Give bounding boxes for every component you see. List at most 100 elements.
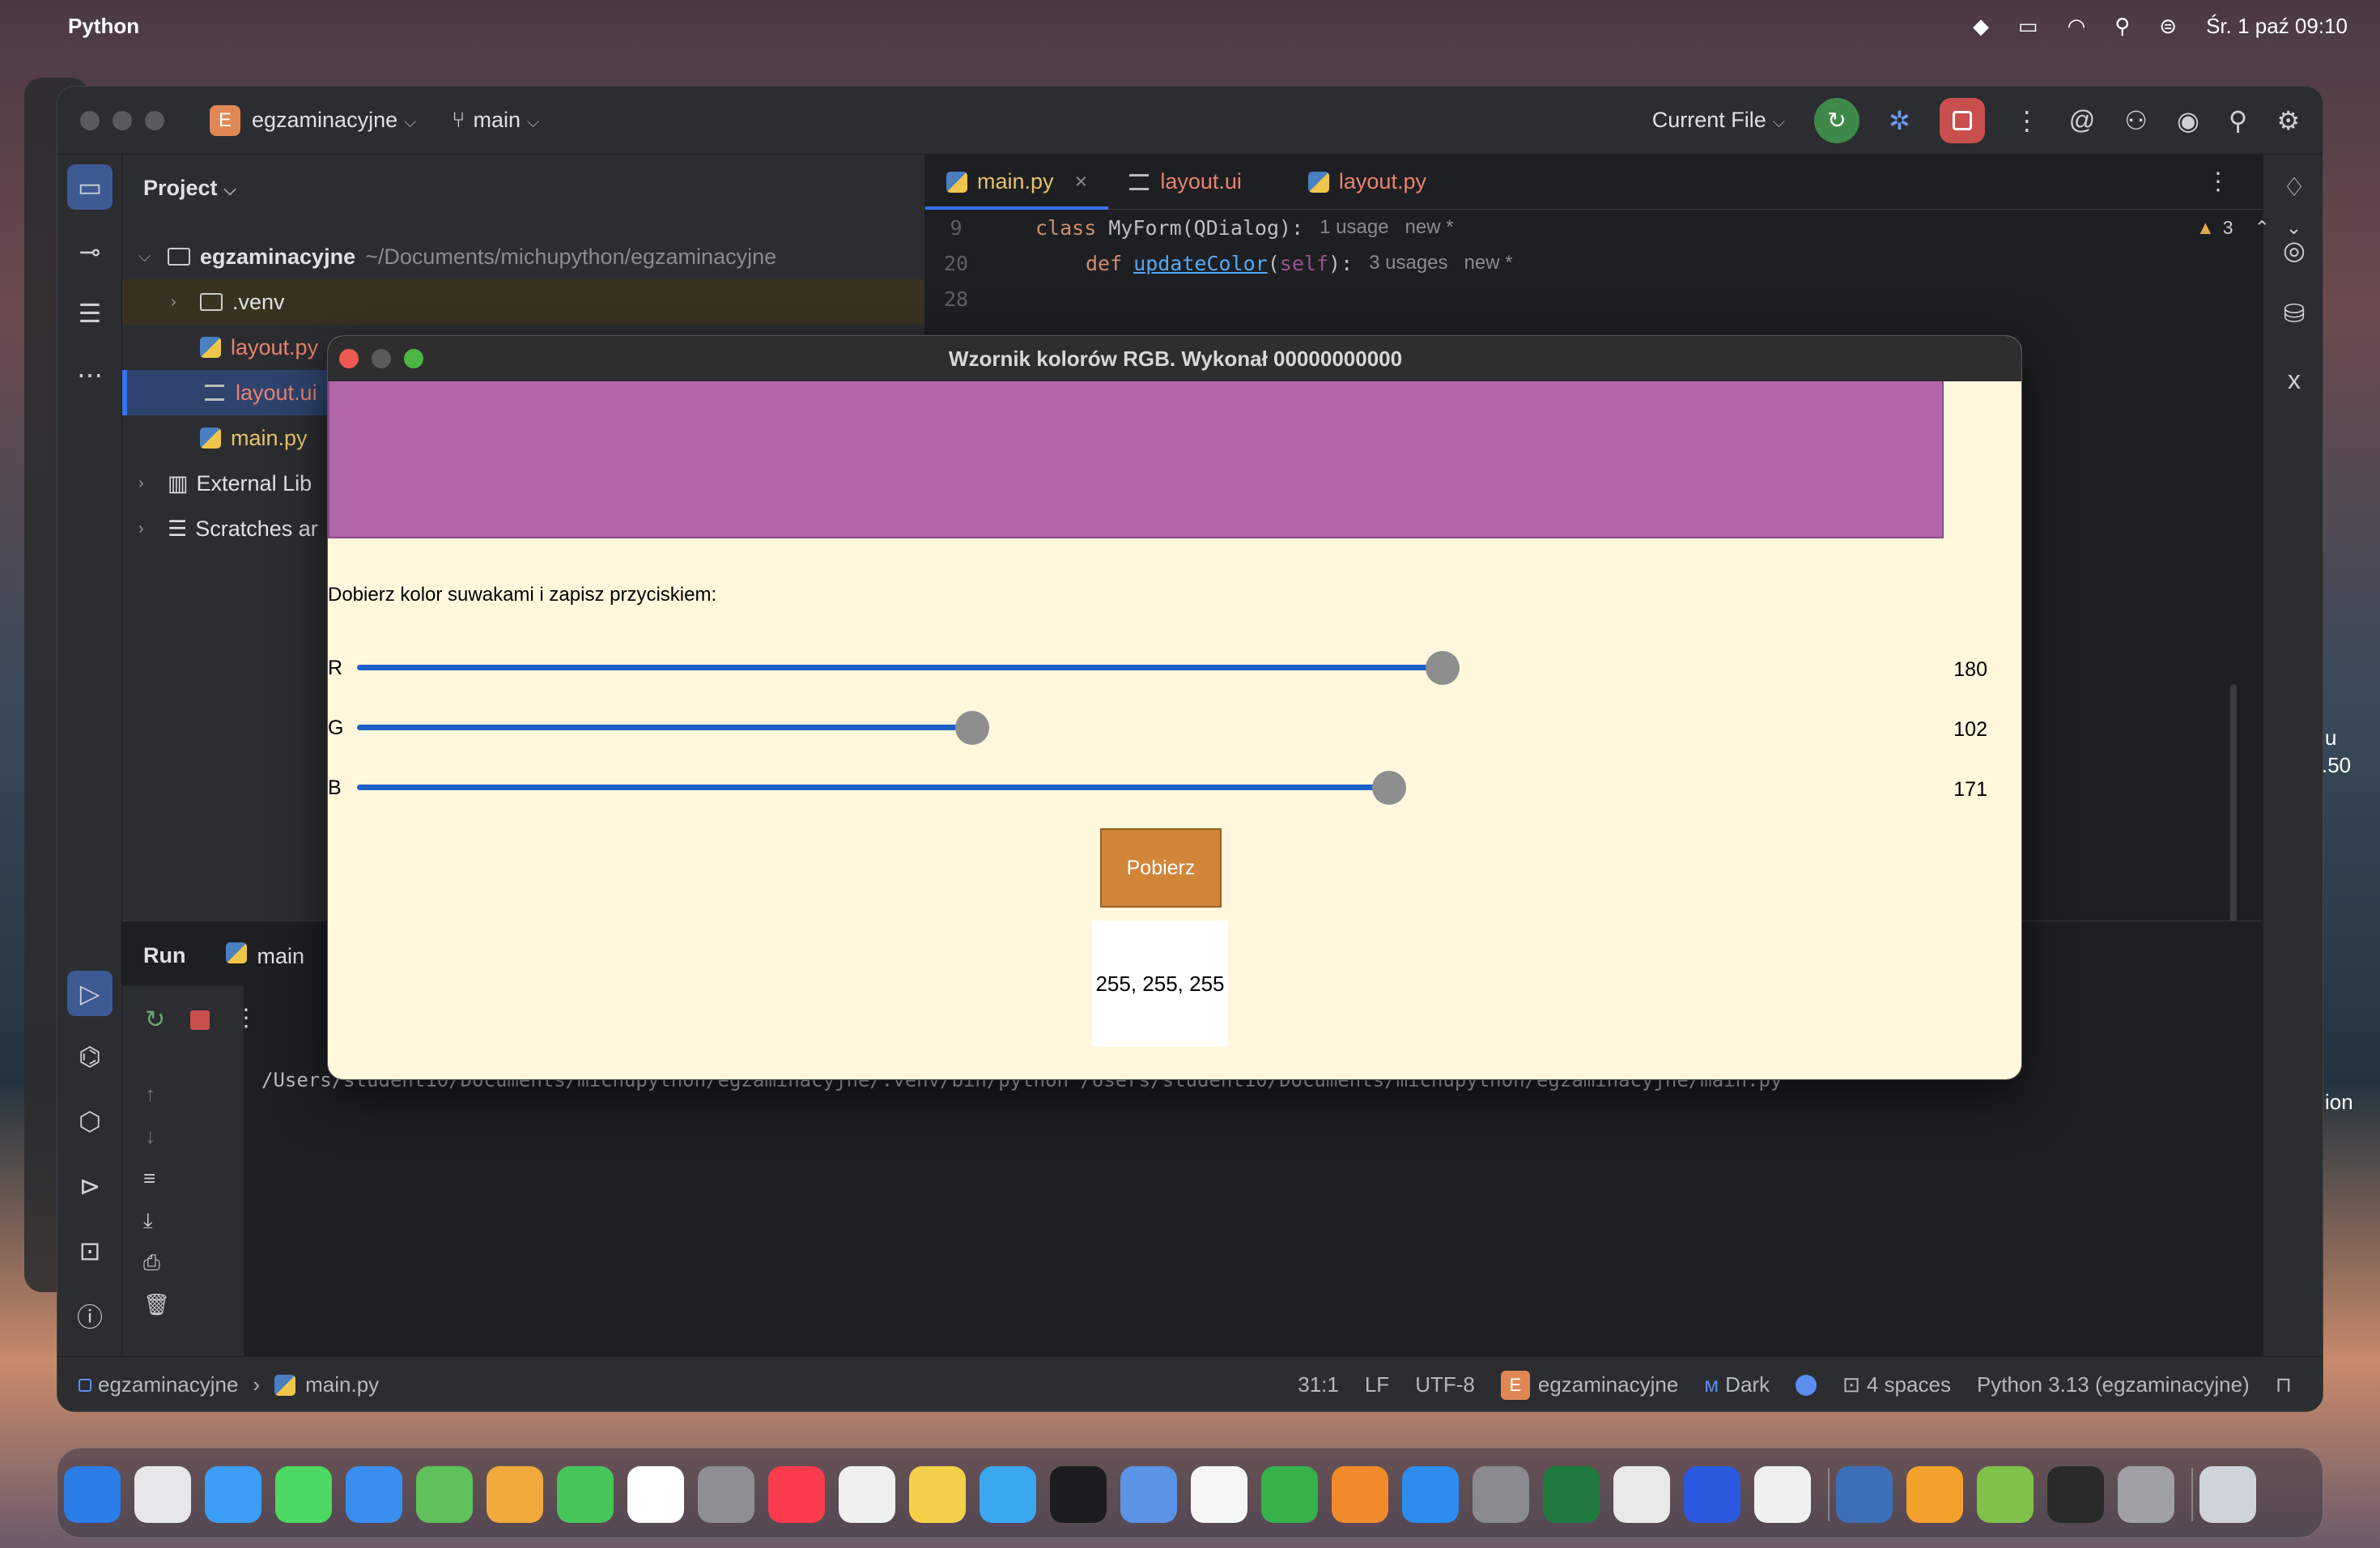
- commit-tool-icon[interactable]: ⊸: [67, 229, 113, 274]
- code-with-me-icon[interactable]: ◉: [2177, 105, 2199, 136]
- dock-app-pycharm-icon[interactable]: [2047, 1466, 2104, 1523]
- red-slider-handle[interactable]: [1426, 651, 1460, 685]
- dock-app-messages-icon[interactable]: [275, 1466, 332, 1523]
- scroll-up-icon[interactable]: ↑: [145, 1082, 155, 1107]
- stop-icon[interactable]: [190, 1010, 210, 1030]
- project-switcher[interactable]: egzaminacyjne ⌵: [252, 108, 416, 133]
- dock-app-trash-icon[interactable]: [2199, 1466, 2256, 1523]
- tree-item-main-py[interactable]: main.py: [200, 415, 308, 461]
- print-icon[interactable]: ⎙: [143, 1250, 160, 1276]
- trash-icon[interactable]: 🗑: [143, 1292, 170, 1317]
- branch-switcher[interactable]: ⑂ main ⌵: [452, 108, 539, 133]
- wifi-icon[interactable]: ◠: [2068, 14, 2086, 39]
- dock-app-photos-icon[interactable]: [487, 1466, 543, 1523]
- dock-app-maps-icon[interactable]: [416, 1466, 473, 1523]
- dock-app-chrome-icon[interactable]: [1613, 1466, 1670, 1523]
- search-icon[interactable]: ⚲: [2229, 105, 2247, 136]
- line-separator[interactable]: LF: [1365, 1372, 1389, 1397]
- read-only-toggle-icon[interactable]: ⊓: [2276, 1372, 2292, 1397]
- problems-icon[interactable]: ⓘ: [67, 1293, 113, 1338]
- scroll-down-icon[interactable]: ↓: [145, 1124, 155, 1149]
- dock-app-pages-icon[interactable]: [1332, 1466, 1388, 1523]
- dock-app-freeform-icon[interactable]: [980, 1466, 1036, 1523]
- chevron-up-icon[interactable]: ⌃: [2255, 217, 2270, 239]
- add-user-icon[interactable]: ⚇: [2124, 105, 2148, 136]
- blue-slider-handle[interactable]: [1372, 771, 1406, 805]
- tree-root[interactable]: ⌵ egzaminacyjne ~/Documents/michupython/…: [138, 234, 776, 279]
- stop-button[interactable]: [1939, 97, 1985, 143]
- blue-slider-track[interactable]: [357, 785, 1389, 790]
- file-encoding[interactable]: UTF-8: [1415, 1372, 1475, 1397]
- inspection-widget[interactable]: ▲ 3 ⌃ ⌄: [2196, 210, 2301, 245]
- dialog-minimize-button[interactable]: [372, 349, 391, 368]
- dock-app-facetime-icon[interactable]: [557, 1466, 614, 1523]
- active-app-name[interactable]: Python: [68, 14, 139, 39]
- services-icon[interactable]: ⊳: [67, 1163, 113, 1209]
- menubar-clock[interactable]: Śr. 1 paź 09:10: [2206, 14, 2348, 39]
- dialog-zoom-button[interactable]: [404, 349, 423, 368]
- chevron-down-icon[interactable]: ⌄: [2286, 217, 2301, 239]
- tab-options-icon[interactable]: ⋮: [2206, 168, 2230, 196]
- tab-main-py[interactable]: main.py ×: [925, 155, 1109, 210]
- dock-app-system-settings-icon[interactable]: [1473, 1466, 1529, 1523]
- dock-app-numbers-icon[interactable]: [1261, 1466, 1318, 1523]
- more-actions-icon[interactable]: ⋮: [2014, 105, 2040, 136]
- usage-hint[interactable]: 3 usages: [1369, 252, 1447, 274]
- more-tools-icon[interactable]: ⋯: [67, 352, 113, 398]
- dock-app-tv-icon[interactable]: [1050, 1466, 1107, 1523]
- editor-scrollbar[interactable]: [2230, 684, 2237, 927]
- run-config-tab[interactable]: main: [226, 942, 304, 969]
- python-console-icon[interactable]: ⌬: [67, 1034, 113, 1079]
- project-panel-header[interactable]: Project ⌵: [143, 176, 236, 201]
- python-packages-icon[interactable]: ⬡: [67, 1099, 113, 1144]
- green-slider-handle[interactable]: [955, 711, 989, 745]
- spotlight-search-icon[interactable]: ⚲: [2114, 14, 2130, 39]
- status-dot-icon[interactable]: [1796, 1374, 1817, 1396]
- rerun-icon[interactable]: ↻: [145, 1006, 165, 1034]
- close-tab-icon[interactable]: ×: [1075, 169, 1088, 194]
- rerun-icon[interactable]: ↻: [1813, 97, 1859, 143]
- dock-app-calendar-icon[interactable]: [627, 1466, 684, 1523]
- control-center-icon[interactable]: ⊜: [2159, 14, 2177, 39]
- usage-hint[interactable]: 1 usage: [1320, 216, 1388, 239]
- dock-app-notes-icon[interactable]: [909, 1466, 966, 1523]
- window-close-button[interactable]: [80, 110, 100, 130]
- debug-icon[interactable]: ✲: [1889, 105, 1910, 136]
- dock-app-launchpad-icon[interactable]: [134, 1466, 191, 1523]
- tree-item-external-libraries[interactable]: › ▥ External Lib: [138, 461, 312, 506]
- tree-item-layout-py[interactable]: layout.py: [200, 325, 318, 370]
- caret-position[interactable]: 31:1: [1298, 1372, 1339, 1397]
- dock-app-xcode-sim-icon[interactable]: [1836, 1466, 1893, 1523]
- dock-app-app-store-icon[interactable]: [1402, 1466, 1459, 1523]
- dock-app-music-icon[interactable]: [768, 1466, 825, 1523]
- ai-assistant-icon[interactable]: @: [2069, 105, 2095, 135]
- dock-app-finder-icon[interactable]: [64, 1466, 121, 1523]
- dialog-close-button[interactable]: [339, 349, 359, 368]
- dock-app-script-editor-icon[interactable]: [2118, 1466, 2174, 1523]
- python-interpreter[interactable]: Python 3.13 (egzaminacyjne): [1977, 1372, 2250, 1397]
- scroll-to-end-icon[interactable]: ⤓: [143, 1208, 153, 1234]
- tab-layout-py[interactable]: layout.py: [1287, 155, 1447, 210]
- notifications-bell-icon[interactable]: ♢: [2272, 164, 2317, 210]
- settings-gear-icon[interactable]: ⚙: [2276, 105, 2300, 136]
- dock-app-roblox-icon[interactable]: [1684, 1466, 1740, 1523]
- tab-layout-ui[interactable]: layout.ui: [1108, 155, 1263, 210]
- variables-icon[interactable]: x: [2272, 357, 2317, 402]
- project-tool-icon[interactable]: ▭: [67, 164, 113, 210]
- run-tool-icon[interactable]: ▷: [67, 971, 113, 1016]
- dock-app-keynote-icon[interactable]: [1120, 1466, 1177, 1523]
- structure-tool-icon[interactable]: ☰: [67, 291, 113, 336]
- window-zoom-button[interactable]: [145, 110, 164, 130]
- dock-app-reminders-icon[interactable]: [839, 1466, 895, 1523]
- more-icon[interactable]: ⋮: [234, 1004, 258, 1032]
- theme-indicator[interactable]: ᴍ Dark: [1704, 1372, 1770, 1397]
- dock-app-excel-icon[interactable]: [1543, 1466, 1600, 1523]
- dock-app-text-edit-icon[interactable]: [1754, 1466, 1811, 1523]
- pobierz-button[interactable]: Pobierz: [1100, 828, 1222, 908]
- breadcrumb-file[interactable]: main.py: [305, 1372, 379, 1397]
- project-indicator[interactable]: Eegzaminacyjne: [1500, 1370, 1678, 1400]
- dock-app-contacts-icon[interactable]: [698, 1466, 754, 1523]
- red-slider-track[interactable]: [357, 665, 1443, 670]
- run-config-selector[interactable]: Current File ⌵: [1652, 108, 1785, 133]
- notifications-icon[interactable]: ◆: [1973, 14, 1989, 39]
